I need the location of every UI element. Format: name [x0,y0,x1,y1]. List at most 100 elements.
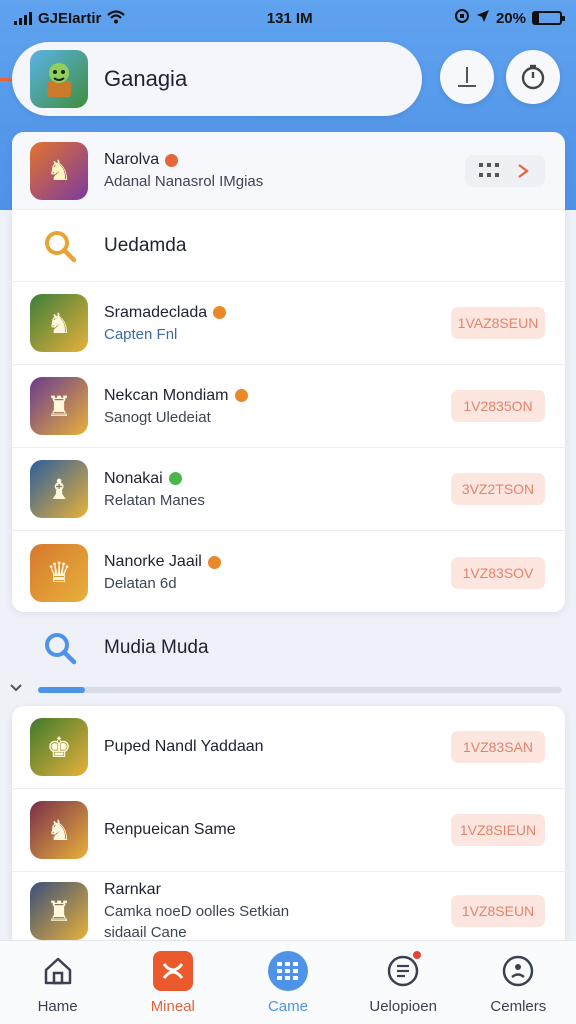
tab-uelopioen[interactable]: Uelopioen [348,949,458,1015]
tab-cemlers[interactable]: Cemlers [463,951,573,1015]
hot-badge-icon [165,153,179,167]
battery-icon [531,11,565,25]
featured-title: Narolva [104,151,160,168]
game-title: Rarnkar [104,881,161,898]
search-icon [45,633,77,665]
search-icon [45,230,77,262]
game-title-line: Nonakai [104,470,451,488]
bottom-tab-bar: Hame Mineal Came Uelopioen Cemlers [0,940,576,1024]
game-list-item[interactable]: ♜ Nekcan Mondiam Sanogt Uledeiat 1V2835ON [12,365,565,448]
home-icon [38,951,78,991]
orientation-lock-icon [454,8,470,28]
game-icon: ♜ [30,377,88,435]
game-text: Nekcan Mondiam Sanogt Uledeiat [104,387,451,426]
game-title-line: Puped Nandl Yaddaan [104,738,451,756]
game-subtitle: Camka noeD oolles Setkian [104,903,290,920]
game-icon: ♜ [30,882,88,940]
section-progress [38,687,562,693]
download-button[interactable] [440,50,494,104]
game-title: Nanorke Jaail [104,553,202,570]
game-action-button[interactable]: 3VZ2TSON [451,473,545,505]
tab-label: Cemlers [490,998,547,1015]
game-hero-icon [30,50,88,108]
game-icon: ♝ [30,460,88,518]
game-list-item[interactable]: ♝ Nonakai Relatan Manes 3VZ2TSON [12,448,565,531]
game-text: Renpueican Same [104,821,451,839]
game-title-line: Nekcan Mondiam [104,387,451,405]
wifi-icon [107,9,126,27]
game-action-button[interactable]: 1VZ83SOV [451,556,545,589]
updates-icon [383,949,424,991]
game-title-line: Nanorke Jaail [104,553,451,571]
game-text: Nanorke Jaail Delatan 6d [104,553,451,592]
tab-label: Mineal [150,998,195,1015]
game-badge-icon [234,389,248,402]
signal-icon [14,11,32,25]
game-action-button[interactable]: 1VZ8SIEUN [451,814,545,846]
game-title: Puped Nandl Yaddaan [104,738,264,755]
status-bar: GJEIartir 131 IM 20% [0,0,576,36]
game-text: Nonakai Relatan Manes [104,470,451,509]
clock: 131 IM [266,9,313,27]
game-text: Puped Nandl Yaddaan [104,738,451,756]
notification-badge [411,949,424,961]
game-icon: ♞ [30,294,88,352]
game-title: Renpueican Same [104,821,236,838]
game-icon: ♚ [30,718,88,776]
tab-label: Hame [37,998,78,1015]
grid-apps-icon [267,951,308,991]
game-list-item[interactable]: ♞ Renpueican Same 1VZ8SIEUN [12,789,565,872]
featured-actions[interactable] [465,154,545,187]
app-header[interactable]: Ganagia [12,42,422,116]
section-title: Uedamda [104,234,187,256]
game-badge-icon [168,472,182,485]
tab-came[interactable]: Came [233,951,343,1015]
grid-icon [479,162,499,177]
game-list-item[interactable]: ♚ Puped Nandl Yaddaan 1VZ83SAN [12,706,565,789]
game-x-icon [152,951,193,991]
collapse-chevron-icon[interactable] [10,680,22,696]
tab-mineal[interactable]: Mineal [118,951,228,1015]
game-title: Sramadeclada [104,303,208,321]
game-list-item[interactable]: ♛ Nanorke Jaail Delatan 6d 1VZ83SOV [12,531,565,614]
game-list-item[interactable]: ♞ Sramadeclada Capten Fnl 1VAZ8SEUN [12,282,565,365]
game-title: Nekcan Mondiam [104,386,229,404]
tab-home[interactable]: Hame [3,951,113,1015]
game-subtitle: Relatan Manes [104,491,205,509]
game-text: Rarnkar Camka noeD oolles Setkian sidaail … [104,881,451,941]
featured-subtitle: Adanal Nanasrol IMgias [104,173,264,190]
game-action-button[interactable]: 1VZ83SAN [451,731,545,763]
game-icon: ♞ [30,801,88,859]
section-title: Mudia Muda [104,637,209,658]
timer-button[interactable] [506,50,560,104]
section-header-one: Uedamda [12,210,565,282]
battery-percent: 20% [495,9,526,27]
game-subtitle: Capten Fnl [104,325,178,343]
game-title: Nonakai [104,469,163,487]
location-icon [476,9,490,27]
profile-icon [498,951,538,991]
games-card-secondary: ♚ Puped Nandl Yaddaan 1VZ83SAN ♞ Renpueican … [12,706,565,946]
featured-row[interactable]: ♞ Narolva Adanal Nanasrol IMgias [12,132,565,210]
game-subtitle: Delatan 6d [104,575,177,592]
game-badge-icon [207,555,221,569]
game-title-line: Renpueican Same [104,821,451,839]
carrier-label: GJEIartir [38,9,102,27]
timer-icon [521,64,545,90]
game-subtitle-secondary: sidaail Cane [104,924,187,941]
section-header-two: Mudia Muda [12,612,565,684]
game-action-button[interactable]: 1VAZ8SEUN [451,307,545,339]
featured-game-icon: ♞ [30,141,88,200]
side-indicator [0,78,12,81]
game-action-button[interactable]: 1V2835ON [451,390,545,422]
tab-label: Came [267,998,308,1015]
game-icon: ♛ [30,543,88,602]
game-badge-icon [213,306,227,319]
games-card-primary: ♞ Narolva Adanal Nanasrol IMgias Uedamda… [12,132,565,612]
page-title: Ganagia [104,66,188,91]
game-list-item[interactable]: ♜ Rarnkar Camka noeD oolles Setkian sidaail… [12,872,565,946]
game-action-button[interactable]: 1VZ8SEUN [451,895,545,927]
game-text: Sramadeclada Capten Fnl [104,304,451,343]
tab-label: Uelopioen [369,998,437,1015]
game-title-line: Sramadeclada [104,304,451,322]
